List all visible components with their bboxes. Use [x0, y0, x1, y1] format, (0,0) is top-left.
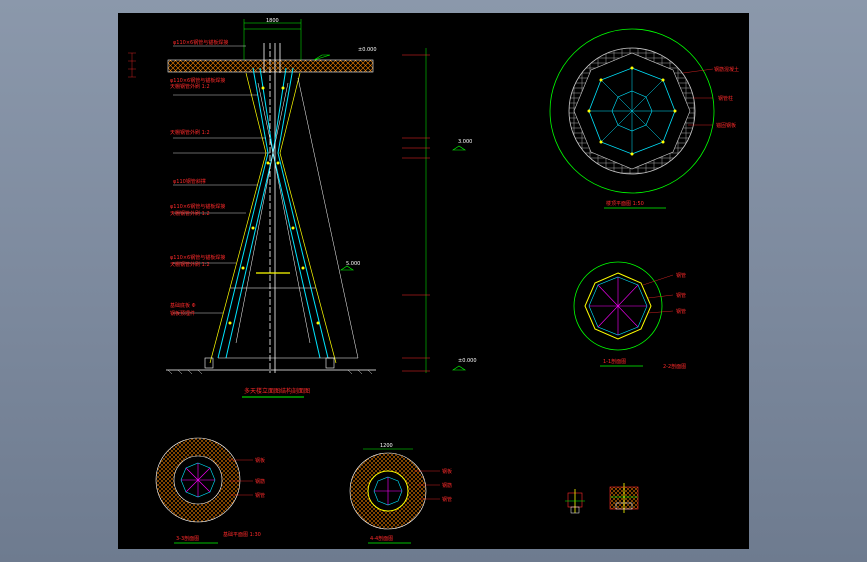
mid-plan-section: 钢管 钢管 钢管 1-1剖面图 2-2剖面图 — [573, 261, 686, 370]
callout-left-8: 天棚钢管外刷 1:2 — [170, 261, 210, 268]
bottom-mid-title: 4-4剖面图 — [370, 535, 393, 542]
callout-left-10: 钢板预埋件 — [170, 310, 195, 317]
callout-left-3: 天棚钢管外刷 1:2 — [170, 129, 210, 136]
mid-plan-title: 1-1剖面图 — [603, 358, 626, 365]
bottom-mid-section: 1200 钢板 钢筋 钢管 4-4剖面图 — [349, 443, 452, 544]
tower-elevation: 1800 φ110×6钢管与锚板焊接 天棚钢管外刷 1:2 φ110×6钢管与锚… — [128, 18, 477, 398]
cad-drawing-canvas[interactable]: 1800 φ110×6钢管与锚板焊接 天棚钢管外刷 1:2 φ110×6钢管与锚… — [118, 13, 749, 549]
bottom-left-note: 基础平面图 1:30 — [223, 531, 261, 538]
mid-plan-note: 2-2剖面图 — [663, 363, 686, 370]
callout-right-mid-2: 钢管 — [676, 308, 686, 315]
callout-left-5: φ110×6钢管与锚板焊接 — [170, 203, 225, 210]
callout-left-2: φ110×6钢管与锚板焊接 — [170, 77, 225, 84]
callout-bottom-left-1: 钢筋 — [255, 478, 265, 485]
elevation-title: 多天楼立面图结构剖面图 — [244, 387, 310, 395]
roof-slab — [167, 59, 374, 73]
callout-bottom-mid-2: 钢管 — [442, 496, 452, 503]
bottom-left-section: 钢板 钢筋 钢管 3-3剖面图 基础平面图 1:30 — [155, 437, 265, 544]
callout-left-7: φ110×6钢管与锚板焊接 — [170, 254, 225, 261]
bottom-left-title: 3-3剖面图 — [176, 535, 199, 542]
callout-bottom-mid-1: 钢筋 — [442, 482, 452, 489]
callout-bottom-left-2: 钢管 — [255, 492, 265, 499]
callout-right-top-2: 锚固钢板 — [716, 122, 736, 129]
top-plan-section: 钢筋混凝土 钢管柱 锚固钢板 楼顶平面图 1:50 — [549, 28, 739, 209]
top-plan-title: 楼顶平面图 1:50 — [606, 200, 644, 207]
elevation-mark-1: 3.000 — [458, 139, 472, 145]
callout-bottom-mid-0: 钢板 — [442, 468, 452, 475]
top-dimension-label: 1800 — [266, 18, 279, 24]
callout-left-0: φ110×6钢管与锚板焊接 — [173, 39, 228, 46]
callout-left-1: 天棚钢管外刷 1:2 — [170, 83, 210, 90]
elevation-mark-2: 5.000 — [346, 261, 360, 267]
callout-right-mid-1: 钢管 — [676, 292, 686, 299]
callout-left-9: 基础底板 Φ — [170, 302, 196, 309]
callout-right-mid-0: 钢管 — [676, 272, 686, 279]
elevation-mark-0: ±0.000 — [358, 47, 377, 53]
detail-sketches — [565, 483, 639, 514]
elevation-mark-3: ±0.000 — [458, 358, 477, 364]
callout-left-4: φ110钢管斜撑 — [173, 178, 206, 185]
callout-right-top-0: 钢筋混凝土 — [714, 66, 739, 73]
callout-right-top-1: 钢管柱 — [718, 95, 733, 102]
callout-left-6: 天棚钢管外刷 1:2 — [170, 210, 210, 217]
callout-bottom-left-0: 钢板 — [255, 457, 265, 464]
bottom-mid-dim: 1200 — [380, 443, 393, 449]
